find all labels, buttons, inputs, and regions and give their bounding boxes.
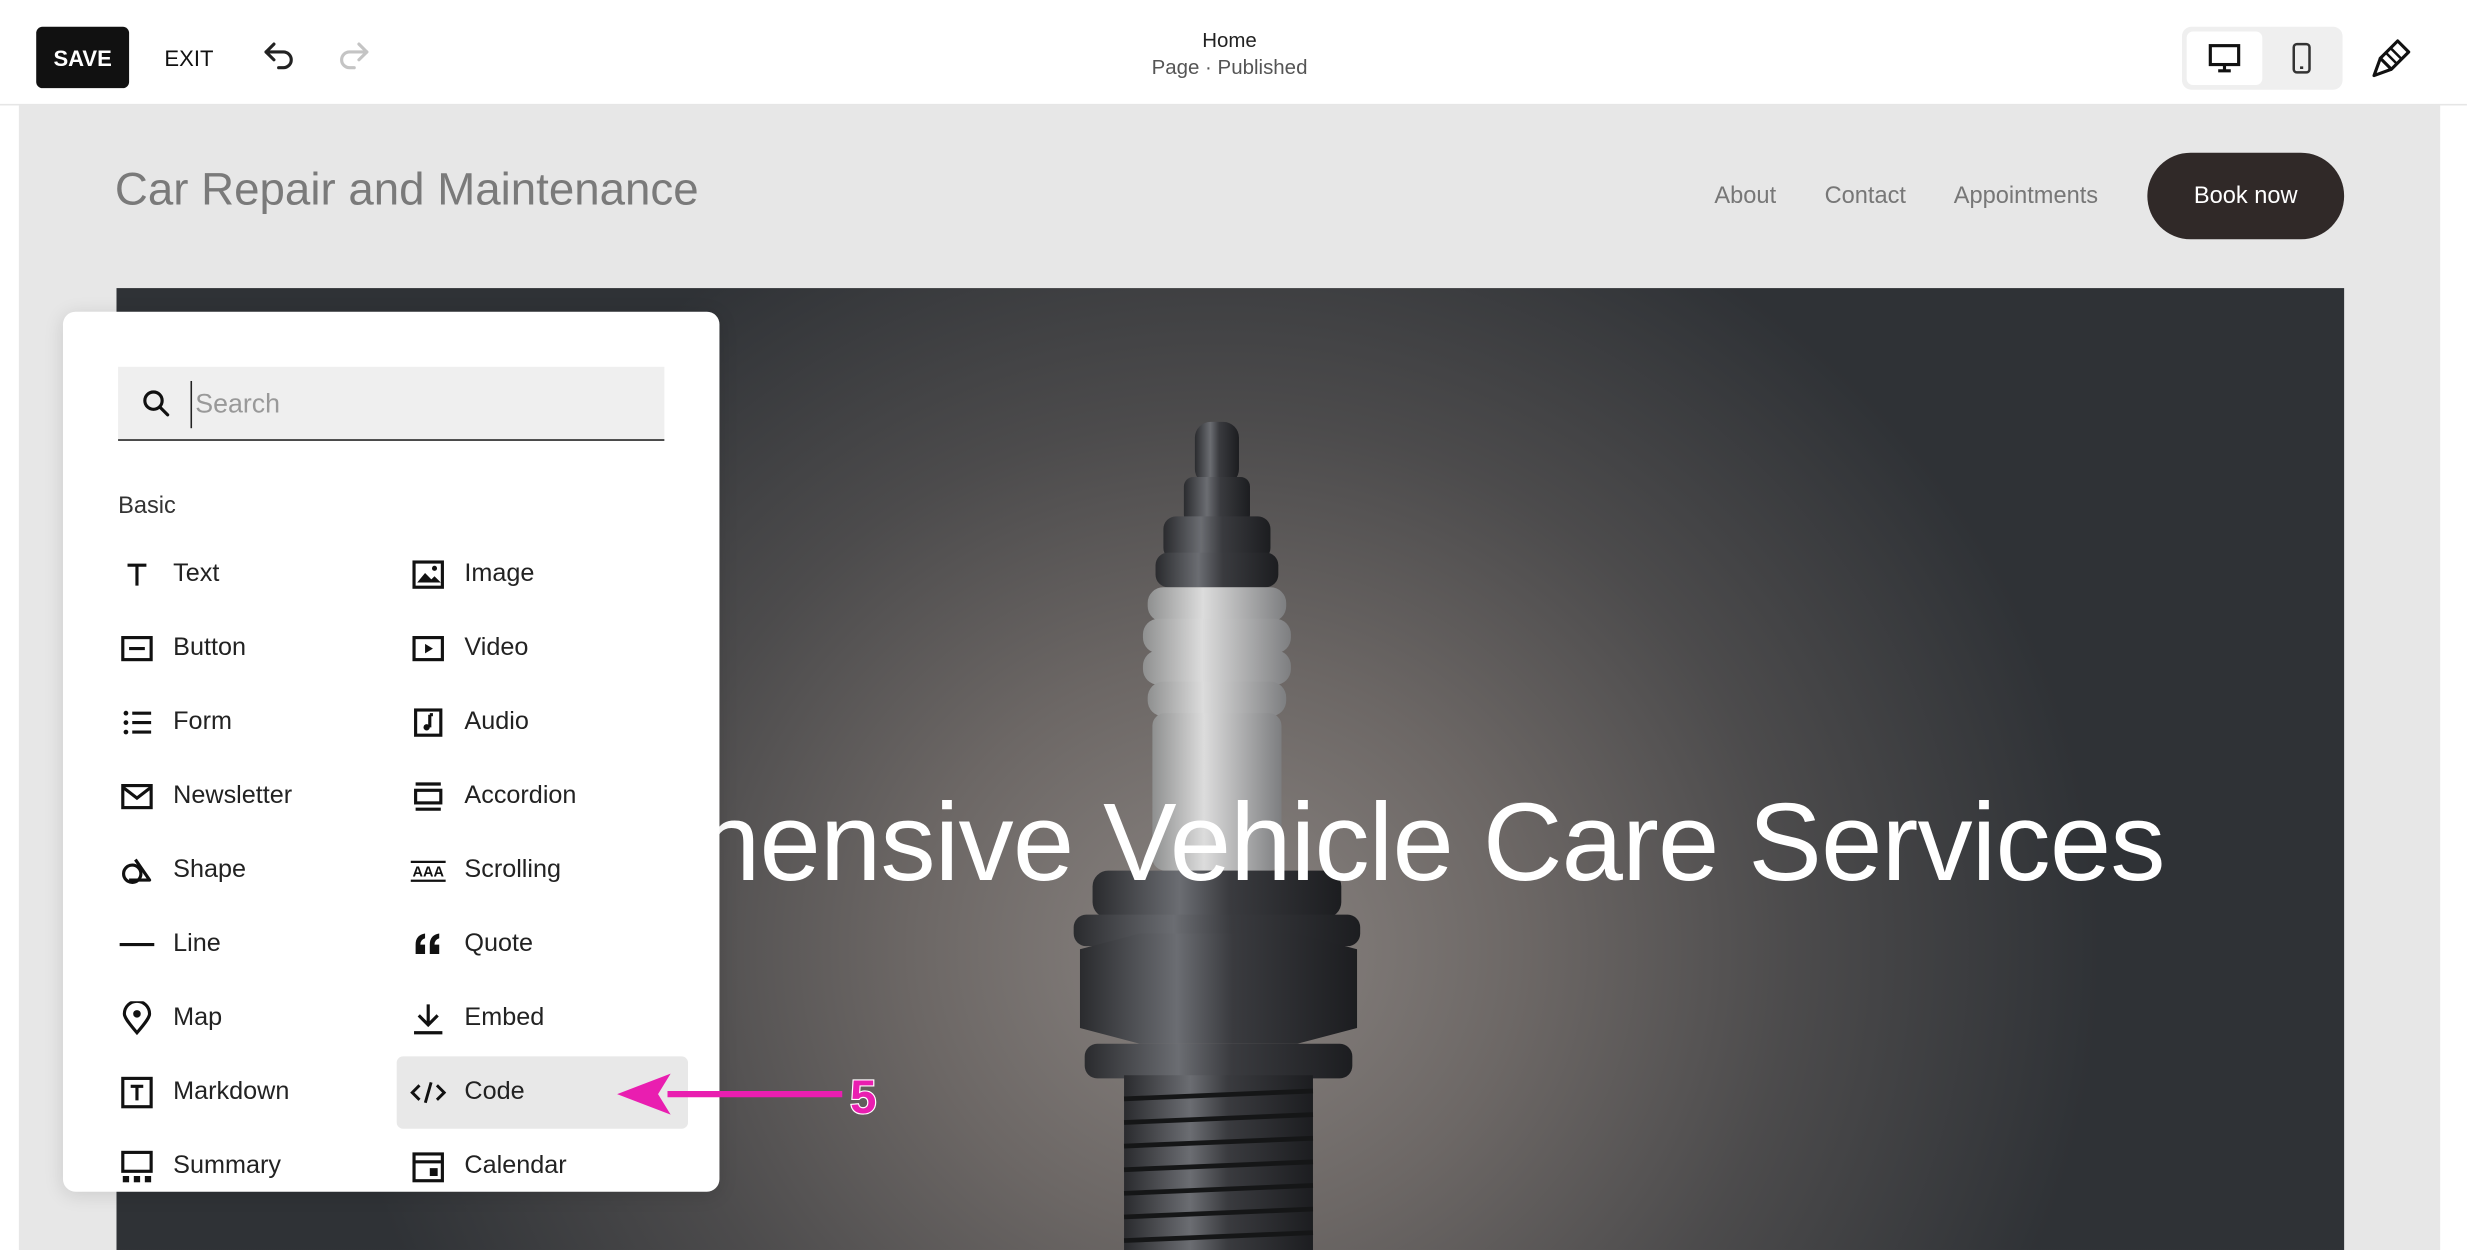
image-icon [409, 556, 447, 594]
code-icon [409, 1074, 447, 1112]
scrolling-icon: AAA [409, 852, 447, 890]
block-line[interactable]: Line [118, 908, 409, 980]
block-label: Button [173, 634, 247, 662]
block-newsletter[interactable]: Newsletter [118, 760, 409, 832]
nav-link-contact[interactable]: Contact [1825, 183, 1906, 210]
block-image[interactable]: Image [409, 538, 700, 610]
annotation-arrow: 5 [617, 1070, 878, 1125]
summary-icon [118, 1148, 156, 1186]
block-label: Code [464, 1078, 525, 1106]
page-info[interactable]: Home Page · Published [1072, 28, 1387, 80]
block-label: Shape [173, 856, 247, 884]
newsletter-icon [118, 778, 156, 816]
block-label: Text [173, 560, 220, 588]
block-button[interactable]: Button [118, 612, 409, 684]
search-icon [143, 390, 170, 417]
text-icon [118, 556, 156, 594]
block-embed[interactable]: Embed [409, 982, 700, 1054]
embed-icon [409, 1000, 447, 1038]
mobile-view-icon[interactable] [2264, 31, 2340, 85]
block-shape[interactable]: Shape [118, 834, 409, 906]
block-video[interactable]: Video [409, 612, 700, 684]
block-label: Markdown [173, 1078, 290, 1106]
map-icon [118, 1000, 156, 1038]
svg-text:AAA: AAA [412, 864, 444, 880]
hero-title[interactable]: hensive Vehicle Care Services [699, 779, 2165, 905]
block-label: Quote [464, 930, 534, 958]
search-input[interactable] [190, 380, 655, 429]
block-label: Map [173, 1004, 223, 1032]
markdown-icon [118, 1074, 156, 1112]
block-label: Summary [173, 1152, 281, 1180]
calendar-icon [409, 1148, 447, 1186]
block-label: Embed [464, 1004, 545, 1032]
quote-icon [409, 926, 447, 964]
save-button[interactable]: SAVE [36, 26, 130, 89]
block-label: Scrolling [464, 856, 562, 884]
block-label: Accordion [464, 782, 577, 810]
form-icon [118, 704, 156, 742]
editor-toolbar: SAVE EXIT Home Page · Published [0, 0, 2467, 106]
block-markdown[interactable]: Markdown [118, 1056, 409, 1128]
block-scrolling[interactable]: AAA Scrolling [409, 834, 700, 906]
accordion-icon [409, 778, 447, 816]
page-status: Page · Published [1151, 55, 1308, 79]
desktop-view-icon[interactable] [2186, 31, 2263, 86]
block-map[interactable]: Map [118, 982, 409, 1054]
block-label: Image [464, 560, 535, 588]
nav-link-appointments[interactable]: Appointments [1954, 183, 2098, 210]
block-label: Audio [464, 708, 529, 736]
page-title: Home [1202, 28, 1257, 52]
nav-link-about[interactable]: About [1714, 183, 1776, 210]
site-title[interactable]: Car Repair and Maintenance [115, 165, 699, 217]
block-label: Line [173, 930, 221, 958]
block-form[interactable]: Form [118, 686, 409, 758]
line-icon [118, 926, 156, 964]
section-label-basic: Basic [118, 492, 176, 520]
block-label: Calendar [464, 1152, 567, 1180]
site-styles-brush-icon[interactable] [2365, 31, 2419, 85]
shape-icon [118, 852, 156, 890]
block-accordion[interactable]: Accordion [409, 760, 700, 832]
book-now-button[interactable]: Book now [2147, 152, 2345, 240]
undo-icon[interactable] [257, 33, 301, 77]
search-box[interactable] [118, 366, 665, 441]
annotation-label: 5 [850, 1071, 876, 1124]
block-label: Form [173, 708, 232, 736]
device-toggle [2181, 26, 2343, 90]
button-icon [118, 630, 156, 668]
block-label: Newsletter [173, 782, 293, 810]
redo-icon[interactable] [332, 33, 376, 77]
block-audio[interactable]: Audio [409, 686, 700, 758]
block-label: Video [464, 634, 529, 662]
block-quote[interactable]: Quote [409, 908, 700, 980]
block-calendar[interactable]: Calendar [409, 1130, 700, 1191]
video-icon [409, 630, 447, 668]
block-text[interactable]: Text [118, 538, 409, 610]
audio-icon [409, 704, 447, 742]
exit-button[interactable]: EXIT [156, 27, 222, 88]
block-summary[interactable]: Summary [118, 1130, 409, 1191]
